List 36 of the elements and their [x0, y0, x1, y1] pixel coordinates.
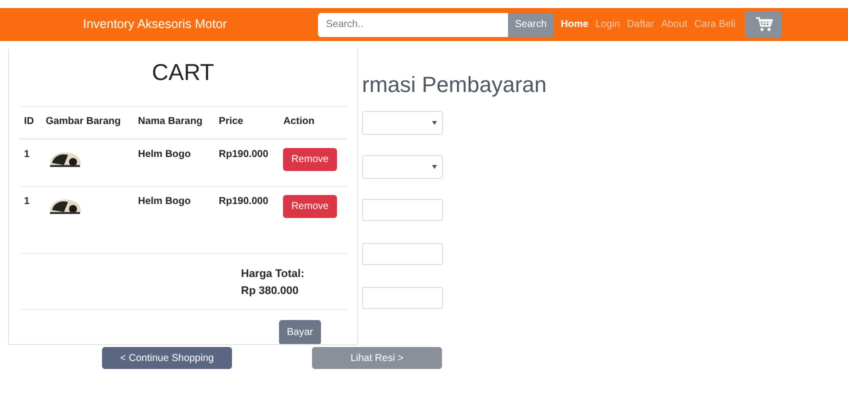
nav-link[interactable]: Home [560, 17, 588, 32]
search-field[interactable]: Search.. [318, 12, 508, 36]
cart-title: CART [150, 58, 216, 86]
nav-button[interactable]: < Continue Shopping [102, 347, 232, 369]
caret-icon [432, 121, 437, 125]
table-cell: Rp190.000 [214, 186, 278, 252]
column-header: ID [19, 106, 41, 138]
cart-icon [754, 17, 773, 32]
input-field[interactable] [362, 287, 443, 309]
remove-button[interactable]: Remove [283, 195, 337, 218]
total-price: Harga Total: Rp 380.000 [241, 266, 306, 298]
column-header: Action [278, 106, 347, 138]
page-heading: rmasi Pembayaran [362, 71, 548, 99]
column-header: Nama Barang [132, 106, 214, 138]
search-button[interactable]: Search [508, 12, 554, 36]
table-cell: 1 [19, 138, 41, 186]
column-header: Gambar Barang [40, 106, 133, 138]
input-field[interactable] [362, 199, 443, 221]
nav-button[interactable]: Lihat Resi > [312, 347, 442, 369]
column-header: Price [214, 106, 278, 138]
nav-link[interactable]: Daftar [626, 17, 654, 32]
table-cell: Rp190.000 [214, 138, 278, 186]
nav-link[interactable]: Cara Beli [694, 17, 736, 32]
select-field[interactable] [362, 111, 443, 135]
nav-link[interactable]: Login [595, 17, 620, 32]
pay-button[interactable]: Bayar [278, 320, 321, 344]
input-field[interactable] [362, 243, 443, 265]
cart-button[interactable] [745, 11, 782, 38]
nav-link[interactable]: About [661, 17, 688, 32]
table-cell: Helm Bogo [132, 186, 214, 252]
caret-icon [432, 165, 437, 169]
remove-button[interactable]: Remove [283, 148, 337, 170]
brand-title[interactable]: Inventory Aksesoris Motor [83, 15, 318, 34]
table-cell: 1 [19, 186, 41, 252]
select-field[interactable] [362, 155, 443, 179]
table-cell: Helm Bogo [132, 138, 214, 186]
